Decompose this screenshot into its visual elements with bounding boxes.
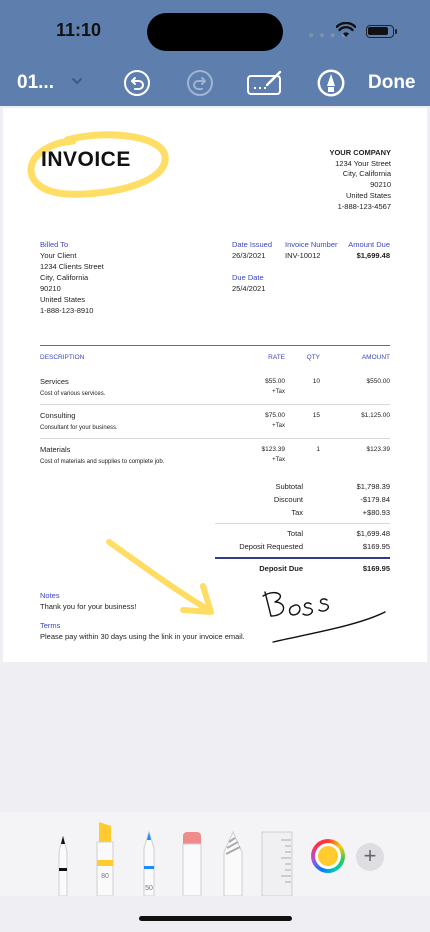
item-desc: Cost of materials and supplies to comple…	[40, 459, 165, 465]
due-date-value: 25/4/2021	[232, 284, 266, 293]
handwritten-signature	[262, 591, 386, 643]
ruler-tool-icon[interactable]	[261, 830, 293, 896]
terms-label: Terms	[40, 621, 61, 630]
app-header: 11:10 ● ● ● ● 01... Done	[0, 0, 430, 106]
item-qty: 15	[312, 412, 320, 419]
total-label: Total	[287, 529, 303, 538]
highlighter-size-label: 80	[101, 873, 109, 880]
deposit-due-label: Deposit Due	[259, 564, 303, 573]
discount-value: -$179.84	[360, 495, 390, 504]
invoice-title: INVOICE	[41, 148, 131, 171]
markup-tool-palette: 80 50 +	[0, 812, 430, 896]
tax-label: Tax	[291, 508, 303, 517]
selected-color-swatch	[318, 846, 338, 866]
client-phone: 1-888-123-8910	[40, 306, 94, 315]
col-amount: AMOUNT	[361, 354, 390, 361]
battery-icon	[366, 25, 397, 38]
item-tax: +Tax	[272, 423, 285, 429]
item-name: Materials	[40, 445, 71, 454]
subtotal-label: Subtotal	[275, 482, 303, 491]
notes-label: Notes	[40, 591, 60, 600]
client-zip: 90210	[40, 284, 61, 293]
item-amount: $123.39	[366, 446, 391, 453]
item-rate: $75.00	[265, 412, 285, 419]
company-country: United States	[345, 190, 391, 200]
item-qty: 10	[312, 378, 320, 385]
col-description: DESCRIPTION	[40, 354, 85, 361]
home-indicator[interactable]	[139, 916, 292, 921]
eraser-tool-icon[interactable]	[180, 830, 204, 896]
col-rate: RATE	[268, 354, 285, 361]
chevron-down-icon[interactable]	[70, 76, 84, 86]
company-address: YOUR COMPANY 1234 Your Street City, Cali…	[241, 148, 391, 212]
item-desc: Cost of various services.	[40, 391, 106, 397]
item-amount: $1,125.00	[361, 412, 390, 419]
markup-pen-icon[interactable]	[316, 68, 346, 98]
pen-tool-icon[interactable]	[52, 834, 74, 896]
date-issued-value: 26/3/2021	[232, 251, 266, 260]
signature-icon[interactable]	[247, 69, 283, 97]
row-divider	[40, 438, 390, 439]
subtotal-value: $1,798.39	[356, 482, 390, 491]
redo-icon[interactable]	[186, 69, 214, 97]
client-city: City, California	[40, 273, 89, 282]
item-amount: $550.00	[366, 378, 391, 385]
date-issued-label: Date Issued	[232, 240, 273, 249]
pen-size-label: 50	[145, 885, 153, 892]
total-value: $1,699.48	[356, 529, 390, 538]
row-divider	[40, 404, 390, 405]
client-name: Your Client	[40, 251, 77, 260]
lasso-tool-icon[interactable]	[221, 830, 245, 896]
client-street: 1234 Clients Street	[40, 262, 104, 271]
item-tax: +Tax	[272, 457, 285, 463]
wifi-icon	[336, 22, 356, 37]
item-name: Services	[40, 377, 69, 386]
highlighter-arrow-annotation	[106, 539, 214, 615]
markup-toolbar: 01... Done	[0, 60, 430, 106]
deposit-requested-value: $169.95	[362, 542, 390, 551]
item-desc: Consultant for your business.	[40, 425, 118, 431]
status-bar: 11:10 ● ● ● ●	[0, 0, 430, 54]
item-rate: $55.00	[265, 378, 285, 385]
totals-divider	[215, 523, 390, 524]
company-phone: 1-888-123-4567	[337, 201, 391, 211]
status-time: 11:10	[56, 20, 102, 40]
item-name: Consulting	[40, 411, 76, 420]
item-tax: +Tax	[272, 389, 285, 395]
invoice-number-value: INV-10012	[285, 251, 321, 260]
company-name: YOUR COMPANY	[329, 148, 391, 157]
company-city: City, California	[342, 169, 391, 179]
highlighter-tool-icon[interactable]	[93, 820, 117, 896]
due-date-label: Due Date	[232, 273, 264, 282]
deposit-requested-label: Deposit Requested	[239, 542, 303, 551]
company-zip: 90210	[370, 180, 391, 190]
tax-value: +$80.93	[362, 508, 390, 517]
deposit-due-rule	[215, 557, 390, 559]
document-title-button[interactable]: 01...	[17, 72, 54, 94]
deposit-due-value: $169.95	[362, 564, 390, 573]
amount-due-label: Amount Due	[348, 240, 390, 249]
amount-due-value: $1,699.48	[356, 251, 390, 260]
item-rate: $123.39	[261, 446, 286, 453]
col-qty: QTY	[306, 354, 320, 361]
billed-to-label: Billed To	[40, 240, 69, 249]
client-country: United States	[40, 295, 86, 304]
terms-text: Please pay within 30 days using the link…	[40, 632, 245, 641]
dynamic-island	[147, 13, 283, 51]
company-street: 1234 Your Street	[335, 158, 391, 168]
table-top-rule	[40, 345, 390, 346]
invoice-document[interactable]: INVOICE YOUR COMPANY 1234 Your Street Ci…	[3, 108, 427, 662]
discount-label: Discount	[273, 495, 303, 504]
add-tool-button[interactable]: +	[356, 843, 384, 871]
done-button[interactable]: Done	[368, 72, 416, 94]
undo-icon[interactable]	[123, 69, 151, 97]
item-qty: 1	[316, 446, 320, 453]
color-picker-button[interactable]	[311, 839, 345, 873]
